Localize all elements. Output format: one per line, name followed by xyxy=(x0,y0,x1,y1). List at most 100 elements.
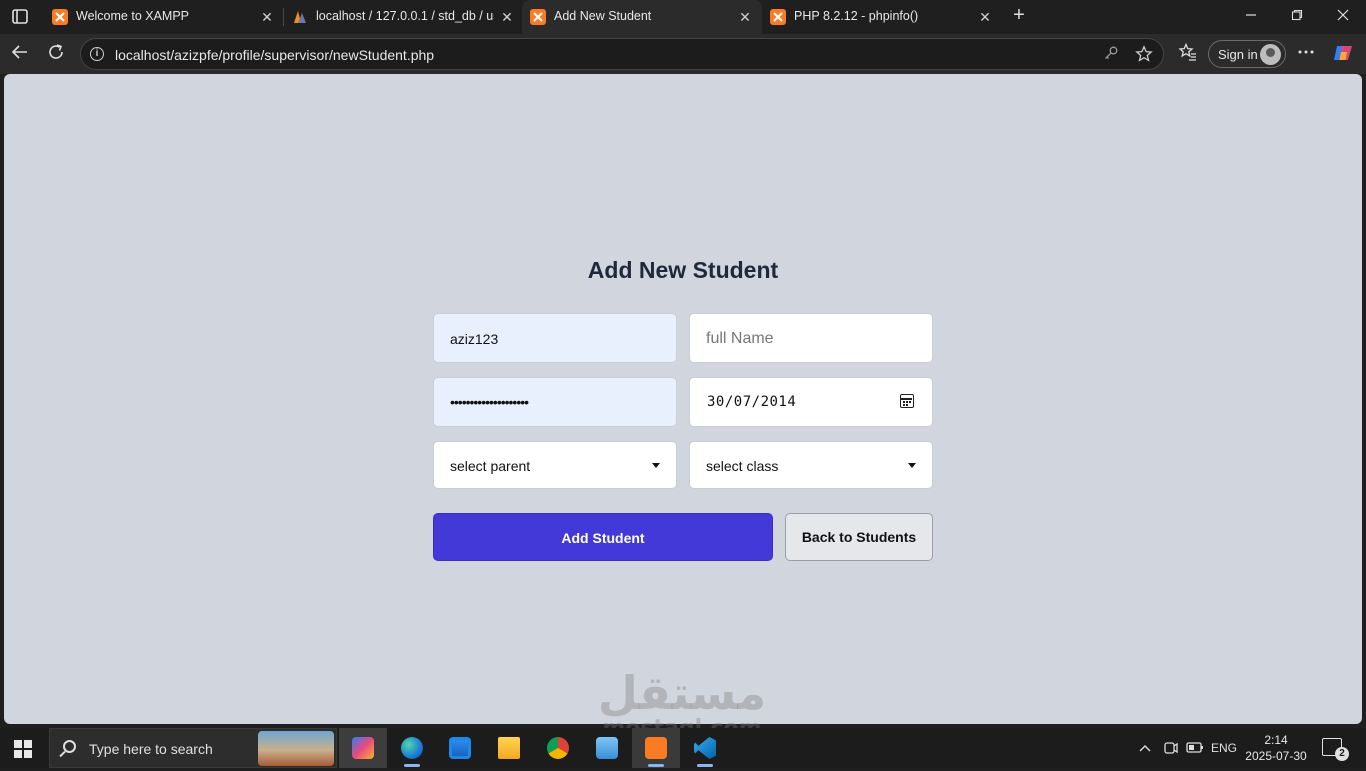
store-icon xyxy=(449,737,471,759)
xampp-icon xyxy=(530,9,546,25)
search-icon xyxy=(63,740,76,753)
class-select[interactable]: select class xyxy=(689,441,933,489)
settings-more-button[interactable] xyxy=(1294,42,1318,66)
password-value: •••••••••••••••••••• xyxy=(450,394,529,410)
tab-title: localhost / 127.0.0.1 / std_db / use xyxy=(316,9,494,23)
search-highlight-image[interactable] xyxy=(258,731,334,766)
battery-icon xyxy=(1186,742,1203,753)
tab-xampp-welcome[interactable]: Welcome to XAMPP ✕ xyxy=(44,0,282,34)
taskbar-clock[interactable]: 2:14 2025-07-30 xyxy=(1244,732,1308,764)
phpmyadmin-icon xyxy=(292,9,308,25)
restore-icon xyxy=(1291,9,1303,21)
tab-close-icon[interactable]: ✕ xyxy=(976,8,994,26)
browser-toolbar: i localhost/azizpfe/profile/supervisor/n… xyxy=(0,34,1366,74)
new-tab-button[interactable]: + xyxy=(1008,5,1030,27)
tab-actions-icon xyxy=(12,9,28,24)
tab-phpinfo[interactable]: PHP 8.2.12 - phpinfo() ✕ xyxy=(762,0,1000,34)
windows-logo-icon xyxy=(24,740,32,748)
sign-in-label: Sign in xyxy=(1218,47,1258,62)
taskbar-search[interactable]: Type here to search xyxy=(49,728,337,768)
edge-icon xyxy=(401,737,423,759)
xampp-icon xyxy=(645,737,667,759)
running-indicator xyxy=(648,764,664,767)
chevron-down-icon xyxy=(652,463,660,468)
file-explorer-icon xyxy=(498,737,520,759)
tab-title: PHP 8.2.12 - phpinfo() xyxy=(794,9,919,23)
parent-select-value: select parent xyxy=(450,458,531,474)
copilot-icon xyxy=(1334,46,1352,60)
taskbar-chrome[interactable] xyxy=(534,728,582,768)
favorite-star-icon[interactable] xyxy=(1134,45,1154,65)
tab-strip: Welcome to XAMPP ✕ localhost / 127.0.0.1… xyxy=(0,0,1366,34)
tab-close-icon[interactable]: ✕ xyxy=(498,8,516,26)
camera-icon xyxy=(1164,742,1178,754)
password-input[interactable]: •••••••••••••••••••• xyxy=(433,377,677,427)
tab-title: Add New Student xyxy=(554,9,652,23)
parent-select[interactable]: select parent xyxy=(433,441,677,489)
page-viewport: Add New Student aziz123 full Name ••••••… xyxy=(4,74,1362,724)
watermark-arabic: مستقل xyxy=(597,666,767,720)
tab-title: Welcome to XAMPP xyxy=(76,9,190,23)
back-button[interactable] xyxy=(8,42,32,66)
back-arrow-icon xyxy=(11,45,27,59)
reload-icon xyxy=(49,44,63,59)
tray-meet-now[interactable] xyxy=(1163,728,1181,768)
minimize-icon xyxy=(1246,14,1256,16)
windows-logo-icon xyxy=(14,740,22,748)
chevron-up-icon xyxy=(1139,745,1151,752)
favorites-button[interactable] xyxy=(1176,42,1200,66)
tray-language[interactable]: ENG xyxy=(1211,728,1241,768)
page-title: Add New Student xyxy=(587,257,779,283)
control-panel-icon xyxy=(596,737,618,759)
running-indicator xyxy=(697,764,713,767)
xampp-icon xyxy=(52,9,68,25)
site-info-icon[interactable]: i xyxy=(90,47,104,61)
close-icon xyxy=(1337,9,1349,21)
restore-button[interactable] xyxy=(1274,0,1320,32)
reload-button[interactable] xyxy=(44,42,68,66)
taskbar-file-explorer[interactable] xyxy=(485,728,533,768)
calendar-icon[interactable] xyxy=(900,394,914,408)
address-bar[interactable]: i localhost/azizpfe/profile/supervisor/n… xyxy=(80,38,1164,70)
windows-logo-icon xyxy=(14,750,22,758)
class-select-value: select class xyxy=(706,458,779,474)
show-hidden-icons-button[interactable] xyxy=(1138,728,1158,768)
taskbar-copilot[interactable] xyxy=(339,728,387,768)
tray-battery[interactable] xyxy=(1186,728,1204,768)
taskbar-edge[interactable] xyxy=(388,728,436,768)
xampp-icon xyxy=(770,9,786,25)
back-to-students-button[interactable]: Back to Students xyxy=(785,513,933,561)
password-key-icon[interactable] xyxy=(1101,45,1121,65)
windows-logo-icon xyxy=(24,750,32,758)
clock-time: 2:14 xyxy=(1264,733,1288,747)
tab-actions-button[interactable] xyxy=(8,6,32,28)
notification-center-button[interactable]: 2 xyxy=(1322,738,1349,761)
full-name-input[interactable]: full Name xyxy=(689,313,933,363)
taskbar-control-panel[interactable] xyxy=(583,728,631,768)
tab-add-new-student[interactable]: Add New Student ✕ xyxy=(522,0,762,34)
url-text[interactable]: localhost/azizpfe/profile/supervisor/new… xyxy=(115,47,434,63)
start-button[interactable] xyxy=(14,740,32,758)
running-indicator xyxy=(404,764,420,767)
tab-close-icon[interactable]: ✕ xyxy=(736,8,754,26)
username-input[interactable]: aziz123 xyxy=(433,313,677,363)
minimize-button[interactable] xyxy=(1228,0,1274,32)
more-dots-icon xyxy=(1298,50,1314,54)
notification-count-badge: 2 xyxy=(1335,747,1349,761)
clock-date: 2025-07-30 xyxy=(1245,749,1307,763)
close-window-button[interactable] xyxy=(1320,0,1366,32)
add-student-button[interactable]: Add Student xyxy=(433,513,773,561)
tab-phpmyadmin[interactable]: localhost / 127.0.0.1 / std_db / use ✕ xyxy=(284,0,520,34)
profile-avatar-icon xyxy=(1260,44,1281,65)
username-value: aziz123 xyxy=(450,331,499,347)
search-placeholder: Type here to search xyxy=(89,741,213,757)
taskbar-store[interactable] xyxy=(436,728,484,768)
sign-in-button[interactable]: Sign in xyxy=(1208,40,1286,68)
tab-close-icon[interactable]: ✕ xyxy=(258,8,276,26)
taskbar-xampp[interactable] xyxy=(632,728,680,768)
favorites-list-icon xyxy=(1178,42,1196,61)
birthdate-input[interactable]: 30/07/2014 xyxy=(689,377,933,427)
copilot-button[interactable] xyxy=(1331,42,1355,66)
chrome-icon xyxy=(547,737,569,759)
taskbar-vscode[interactable] xyxy=(681,728,729,768)
